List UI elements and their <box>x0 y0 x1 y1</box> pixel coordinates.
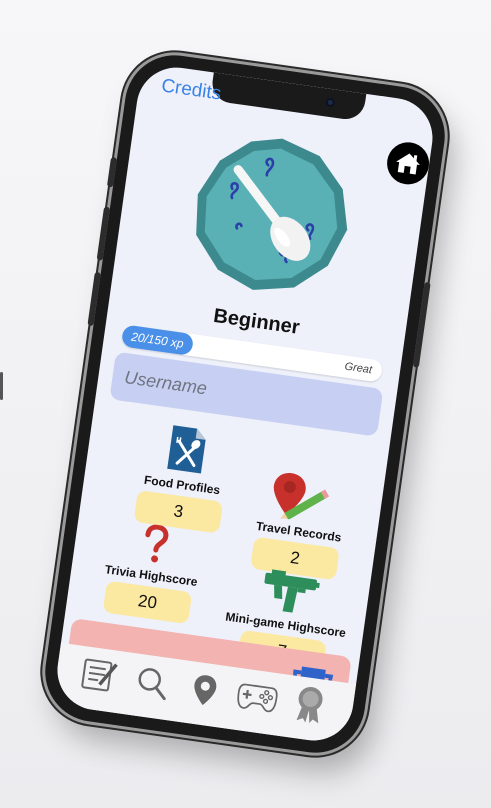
award-ribbon-icon <box>296 687 323 724</box>
stat-value: 20 <box>102 580 193 625</box>
xp-progress-fill: 20/150 xp <box>120 324 194 357</box>
phone-device: Credits Beginner 20/150 xp Great Usernam… <box>38 48 452 760</box>
uzi-gun-icon <box>264 569 320 613</box>
next-level-label: Great <box>343 360 373 377</box>
question-mark-icon <box>145 524 169 563</box>
notepad-icon <box>80 658 118 692</box>
tab-location[interactable] <box>182 668 227 713</box>
food-profile-document-icon <box>167 425 206 474</box>
spoon-badge-icon <box>196 138 348 290</box>
tab-notepad[interactable] <box>77 653 122 698</box>
background-edge <box>0 372 3 400</box>
stat-trivia-highscore[interactable]: Trivia Highscore 20 <box>76 505 229 627</box>
tab-search[interactable] <box>129 660 174 705</box>
home-button[interactable] <box>384 139 432 188</box>
camera-icon <box>325 97 336 108</box>
search-icon <box>138 668 166 701</box>
gamepad-icon <box>237 683 278 713</box>
tab-games[interactable] <box>235 675 280 720</box>
home-icon <box>396 153 420 175</box>
map-pin-pencil-icon <box>273 473 330 521</box>
tab-achievements[interactable] <box>287 682 332 727</box>
location-pin-icon <box>194 675 217 706</box>
